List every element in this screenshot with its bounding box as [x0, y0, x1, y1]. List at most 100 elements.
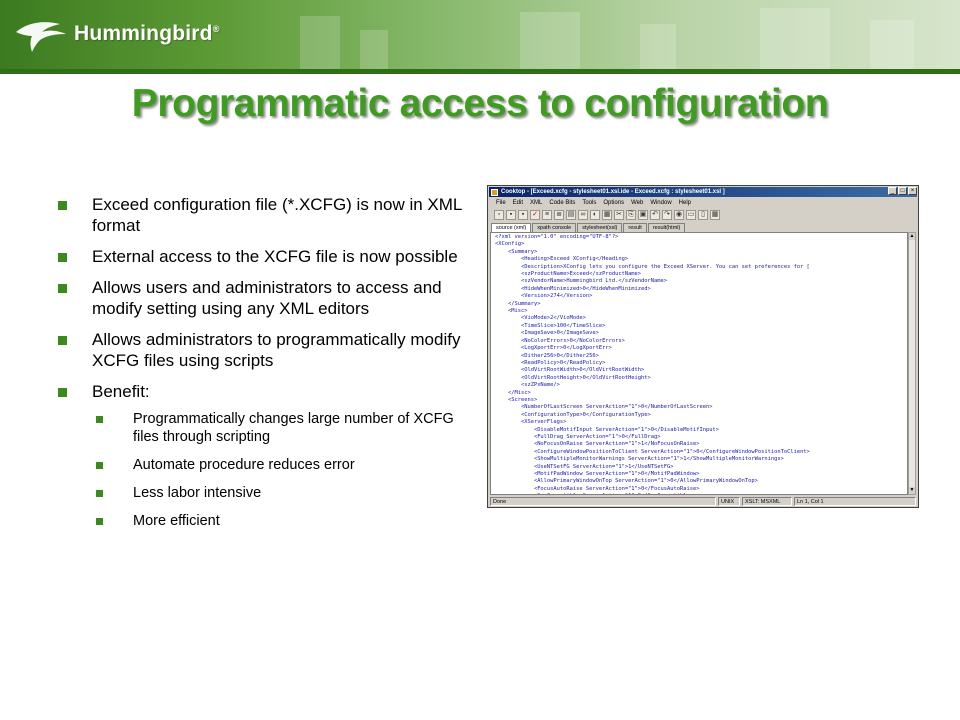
tab-source-xml[interactable]: source (xml) [491, 223, 532, 232]
code-line: <SunCompatible ServerAction="1">0</SunCo… [495, 493, 907, 494]
bullet-square-icon [58, 201, 67, 210]
tree-icon[interactable]: ≣ [554, 210, 564, 220]
code-line: <XServerFlags> [495, 419, 567, 426]
status-cursor-position: Ln 1, Col 1 [794, 497, 916, 506]
menu-options[interactable]: Options [603, 200, 624, 206]
status-line-endings: UNIX [718, 497, 740, 506]
indent-icon[interactable]: ≡ [542, 210, 552, 220]
scroll-down-icon[interactable]: ▼ [909, 487, 915, 494]
hummingbird-logo-icon [16, 22, 66, 52]
cooktop-window: Cooktop - [Exceed.xcfg - stylesheet01.xs… [487, 185, 919, 508]
settings-icon[interactable]: ▦ [710, 210, 720, 220]
status-bar: Done UNIX XSLT: MSXML Ln 1, Col 1 [490, 497, 916, 506]
code-line: <HideWhenMinimized>0</HideWhenMinimized> [495, 285, 651, 292]
vertical-scrollbar[interactable]: ▲ ▼ [908, 232, 916, 495]
bullet-list: Exceed configuration file (*.XCFG) is no… [58, 194, 478, 540]
code-line: <NoColorErrors>0</NoColorErrors> [495, 337, 625, 344]
tab-stylesheet-xsl[interactable]: stylesheet(xsl) [577, 223, 623, 232]
sub-bullet-item: Programmatically changes large number of… [58, 410, 478, 446]
menu-xml[interactable]: XML [530, 200, 542, 206]
binoculars-icon[interactable]: ∞ [578, 210, 588, 220]
maximize-icon[interactable]: □ [898, 187, 907, 195]
code-line: <Version>274</Version> [495, 293, 593, 300]
skyline-building [760, 8, 830, 74]
code-line: <Misc> [495, 308, 528, 315]
code-line: <Summary> [495, 248, 538, 255]
undo-icon[interactable]: ↶ [650, 210, 660, 220]
code-line: <TimeSlice>100</TimeSlice> [495, 322, 606, 329]
code-line: <?xml version="1.0" encoding="UTF-8"?> [495, 234, 619, 240]
skyline-building [300, 16, 340, 74]
code-line: <XConfig> [495, 241, 525, 248]
sub-bullet-square-icon [96, 462, 103, 469]
code-line: <MotifPadWindow ServerAction="1">0</Moti… [495, 471, 700, 477]
header-banner: Hummingbird® [0, 0, 960, 74]
bullet-square-icon [58, 388, 67, 397]
print-preview-icon[interactable]: ▯ [698, 210, 708, 220]
code-line: </Misc> [495, 389, 531, 396]
scroll-up-icon[interactable]: ▲ [909, 233, 915, 240]
code-line: <Description>XConfig lets you configure … [495, 263, 810, 270]
code-line: <NumberOfLastScreen ServerAction="1">0</… [495, 404, 713, 411]
toolbar: ▫ ▪ ▪ ✓ ≡ ≣ ▤ ∞ ◐ ▦ ✂ ⎘ ▣ ↶ ↷ ◉ ▭ ▯ ▦ [490, 208, 916, 222]
menu-edit[interactable]: Edit [513, 200, 523, 206]
tab-result[interactable]: result [623, 223, 647, 232]
xml-editor[interactable]: <?xml version="1.0" encoding="UTF-8"?> <X… [490, 232, 908, 495]
paste-icon[interactable]: ▣ [638, 210, 648, 220]
cooktop-app-icon [491, 188, 498, 196]
code-line: <ConfigurationType>0</ConfigurationType> [495, 411, 651, 418]
minimize-icon[interactable]: _ [888, 187, 897, 195]
window-controls: _ □ × [888, 187, 917, 195]
sub-bullet-square-icon [96, 490, 103, 497]
transform-icon[interactable]: ◐ [590, 210, 600, 220]
code-line: <Screens> [495, 396, 538, 403]
bullet-item: Allows users and administrators to acces… [58, 277, 478, 319]
code-line: </Summary> [495, 300, 541, 307]
menu-tools[interactable]: Tools [582, 200, 596, 206]
menu-help[interactable]: Help [679, 200, 691, 206]
bullet-item: External access to the XCFG file is now … [58, 246, 478, 267]
code-line: <Dither256>0</Dither256> [495, 352, 599, 359]
bullet-item: Benefit: [58, 381, 478, 402]
menu-bar: File Edit XML Code Bits Tools Options We… [490, 198, 916, 207]
bullet-square-icon [58, 284, 67, 293]
cut-icon[interactable]: ✂ [614, 210, 624, 220]
validate-icon[interactable]: ▤ [566, 210, 576, 220]
redo-icon[interactable]: ↷ [662, 210, 672, 220]
skyline-building [870, 20, 914, 74]
sub-bullet-square-icon [96, 416, 103, 423]
tab-xpath-console[interactable]: xpath console [532, 223, 577, 232]
close-icon[interactable]: × [908, 187, 917, 195]
save-icon[interactable]: ▪ [518, 210, 528, 220]
xsl-icon[interactable]: ▦ [602, 210, 612, 220]
logo-text: Hummingbird® [74, 22, 220, 45]
page-title: Programmatic access to configuration [131, 82, 829, 125]
menu-code-bits[interactable]: Code Bits [549, 200, 575, 206]
check-icon[interactable]: ✓ [530, 210, 540, 220]
code-line: <VioMode>2</VioMode> [495, 315, 586, 322]
code-line: <LogXportErr>0</LogXportErr> [495, 345, 612, 352]
menu-window[interactable]: Window [650, 200, 671, 206]
code-line: <FocusAutoRaise ServerAction="1">0</Focu… [495, 485, 700, 492]
window-title: Cooktop - [Exceed.xcfg - stylesheet01.xs… [501, 189, 725, 195]
code-line: <ReadPolicy>0</ReadPolicy> [495, 359, 606, 366]
sub-bullet-item: More efficient [58, 512, 478, 530]
code-line: <UseNTSetFG ServerAction="1">1</UseNTSet… [495, 463, 674, 470]
code-line: <AllowPrimaryWindowOnTop ServerAction="1… [495, 478, 758, 485]
open-folder-icon[interactable]: ▪ [506, 210, 516, 220]
new-file-icon[interactable]: ▫ [494, 210, 504, 220]
code-line: <ConfigureWindowPositionToClient ServerA… [495, 448, 810, 455]
menu-web[interactable]: Web [631, 200, 643, 206]
menu-file[interactable]: File [496, 200, 506, 206]
code-line: <OldVirtRootWidth>0</OldVirtRootWidth> [495, 367, 645, 374]
skyline-building [360, 30, 388, 74]
status-message: Done [490, 497, 716, 506]
copy-icon[interactable]: ⎘ [626, 210, 636, 220]
code-line: <ImageSave>0</ImageSave> [495, 330, 599, 337]
print-icon[interactable]: ▭ [686, 210, 696, 220]
tab-result-html[interactable]: result(html) [647, 223, 686, 232]
editor-tabs: source (xml) xpath console stylesheet(xs… [490, 223, 916, 232]
skyline-building [640, 24, 676, 74]
browser-icon[interactable]: ◉ [674, 210, 684, 220]
code-line: <NoFocusOnRaise ServerAction="1">1</NoFo… [495, 441, 700, 448]
